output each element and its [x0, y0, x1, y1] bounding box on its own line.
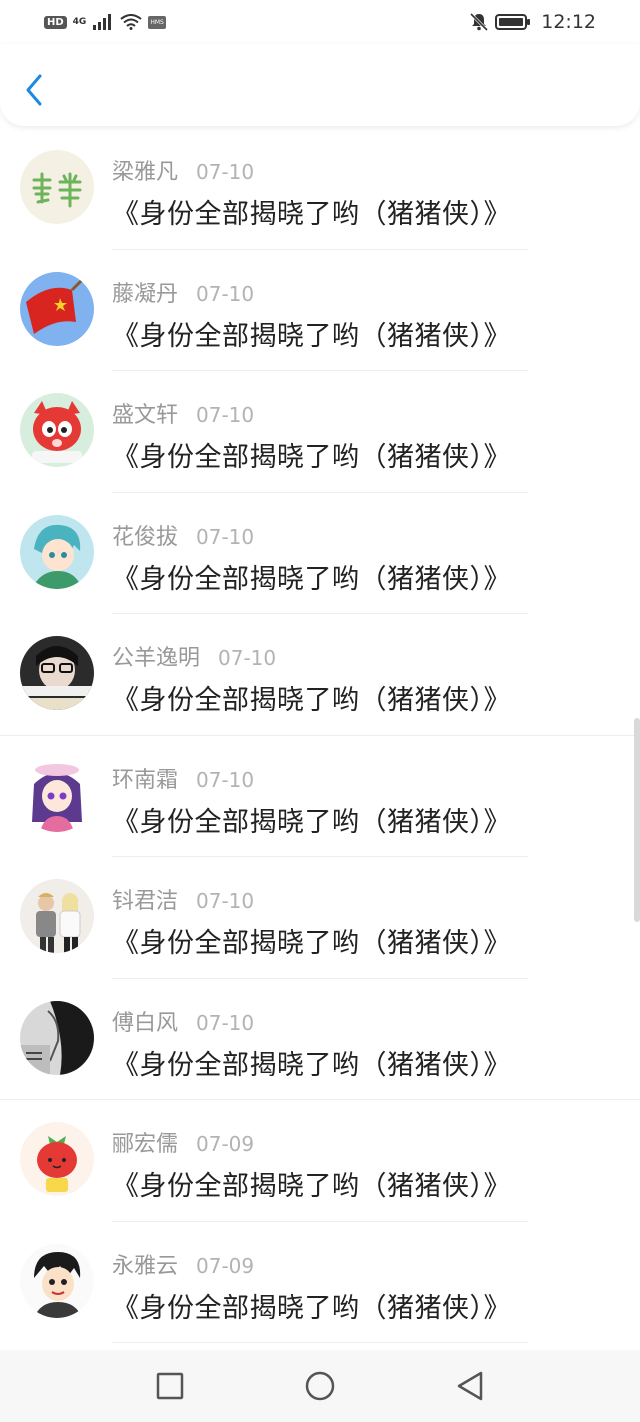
bg-plant-avatar[interactable]	[20, 150, 94, 224]
list-item[interactable]: 钭君洁 07-10 《身份全部揭晓了哟（猪猪侠）》	[0, 857, 640, 979]
item-title: 《身份全部揭晓了哟（猪猪侠）》	[112, 806, 511, 838]
hd-badge: HD	[44, 15, 67, 29]
network-label: 4G	[72, 16, 87, 27]
post-date: 07-10	[196, 281, 255, 306]
item-title: 《身份全部揭晓了哟（猪猪侠）》	[112, 1171, 511, 1202]
item-meta: 环南霜 07-10	[112, 762, 254, 794]
item-meta: 藤凝丹 07-10	[112, 276, 254, 308]
item-title: 《身份全部揭晓了哟（猪猪侠）》	[112, 1049, 511, 1081]
system-back-button[interactable]	[450, 1366, 490, 1406]
user-name: 傅白风	[112, 1010, 179, 1036]
post-date: 07-09	[196, 1132, 255, 1156]
post-date: 07-10	[196, 767, 255, 792]
item-title: 《身份全部揭晓了哟（猪猪侠）》	[112, 199, 511, 230]
scrollbar[interactable]	[634, 718, 640, 922]
clock: 12:12	[541, 11, 596, 33]
item-meta: 花俊拔 07-10	[112, 519, 254, 551]
user-name: 环南霜	[112, 767, 179, 793]
signal-icon	[93, 14, 112, 30]
list-item[interactable]: 傅白风 07-10 《身份全部揭晓了哟（猪猪侠）》	[0, 979, 640, 1100]
list-item[interactable]: 花俊拔 07-10 《身份全部揭晓了哟（猪猪侠）》	[0, 493, 640, 614]
item-title: 《身份全部揭晓了哟（猪猪侠）》	[112, 685, 511, 716]
couple-photo-avatar[interactable]	[20, 879, 94, 953]
battery-icon	[495, 14, 531, 30]
hms-badge: HMS	[148, 15, 166, 29]
post-date: 07-10	[196, 524, 255, 549]
user-name: 公羊逸明	[112, 646, 201, 671]
user-name: 郦宏儒	[112, 1132, 179, 1157]
list-item[interactable]: 公羊逸明 07-10 《身份全部揭晓了哟（猪猪侠）》	[0, 614, 640, 736]
triangle-back-icon	[457, 1371, 483, 1401]
item-title: 《身份全部揭晓了哟（猪猪侠）》	[112, 320, 511, 352]
post-date: 07-10	[218, 646, 277, 670]
list-item[interactable]: 盛文轩 07-10 《身份全部揭晓了哟（猪猪侠）》	[0, 371, 640, 493]
status-right: 12:12	[469, 11, 596, 33]
square-icon	[156, 1372, 184, 1400]
item-meta: 公羊逸明 07-10	[112, 640, 276, 672]
user-name: 花俊拔	[112, 524, 179, 550]
user-name: 梁雅凡	[112, 160, 179, 185]
wifi-icon	[120, 14, 142, 30]
strawberry-avatar[interactable]	[20, 1122, 94, 1196]
user-name: 盛文轩	[112, 403, 179, 428]
item-title: 《身份全部揭晓了哟（猪猪侠）》	[112, 442, 511, 473]
post-date: 07-10	[196, 160, 255, 184]
item-meta: 盛文轩 07-10	[112, 397, 254, 429]
item-meta: 永雅云 07-09	[112, 1248, 254, 1280]
item-title: 《身份全部揭晓了哟（猪猪侠）》	[112, 1292, 511, 1324]
photo-girl-avatar[interactable]	[20, 636, 94, 710]
status-bar: HD 4G HMS 12:12	[0, 0, 640, 44]
anime-girl-avatar[interactable]	[20, 757, 94, 832]
list-item[interactable]: 永雅云 07-09 《身份全部揭晓了哟（猪猪侠）》	[0, 1222, 640, 1343]
flag-avatar[interactable]	[20, 271, 94, 346]
item-title: 《身份全部揭晓了哟（猪猪侠）》	[112, 563, 511, 595]
item-meta: 郦宏儒 07-09	[112, 1126, 254, 1158]
dark-photo-avatar[interactable]	[20, 1000, 94, 1075]
status-left: HD 4G HMS	[44, 14, 166, 30]
post-date: 07-09	[196, 1253, 255, 1278]
user-name: 永雅云	[112, 1253, 179, 1279]
list-item[interactable]: 藤凝丹 07-10 《身份全部揭晓了哟（猪猪侠）》	[0, 250, 640, 371]
home-button[interactable]	[300, 1366, 340, 1406]
divider	[112, 1342, 528, 1343]
bell-muted-icon	[470, 12, 489, 32]
anime-boy-avatar[interactable]	[20, 514, 94, 589]
item-title: 《身份全部揭晓了哟（猪猪侠）》	[112, 928, 511, 959]
list-item[interactable]: 环南霜 07-10 《身份全部揭晓了哟（猪猪侠）》	[0, 736, 640, 857]
post-date: 07-10	[196, 403, 255, 427]
header-bar	[0, 44, 640, 126]
item-meta: 梁雅凡 07-10	[112, 154, 254, 186]
cartoon-boy-avatar[interactable]	[20, 1243, 94, 1318]
system-navbar	[0, 1350, 640, 1422]
post-date: 07-10	[196, 1010, 255, 1035]
circle-icon	[305, 1371, 335, 1401]
back-button[interactable]	[22, 72, 46, 108]
user-name: 藤凝丹	[112, 281, 179, 307]
item-meta: 傅白风 07-10	[112, 1005, 254, 1037]
post-date: 07-10	[196, 889, 255, 913]
comment-list: 梁雅凡 07-10 《身份全部揭晓了哟（猪猪侠）》 藤凝丹 07-10 《身份全…	[0, 128, 640, 1343]
recent-apps-button[interactable]	[150, 1366, 190, 1406]
item-meta: 钭君洁 07-10	[112, 883, 254, 915]
list-item[interactable]: 郦宏儒 07-09 《身份全部揭晓了哟（猪猪侠）》	[0, 1100, 640, 1222]
chevron-left-icon	[26, 74, 42, 106]
user-name: 钭君洁	[112, 889, 179, 914]
list-item[interactable]: 梁雅凡 07-10 《身份全部揭晓了哟（猪猪侠）》	[0, 128, 640, 250]
red-fox-avatar[interactable]	[20, 393, 94, 467]
